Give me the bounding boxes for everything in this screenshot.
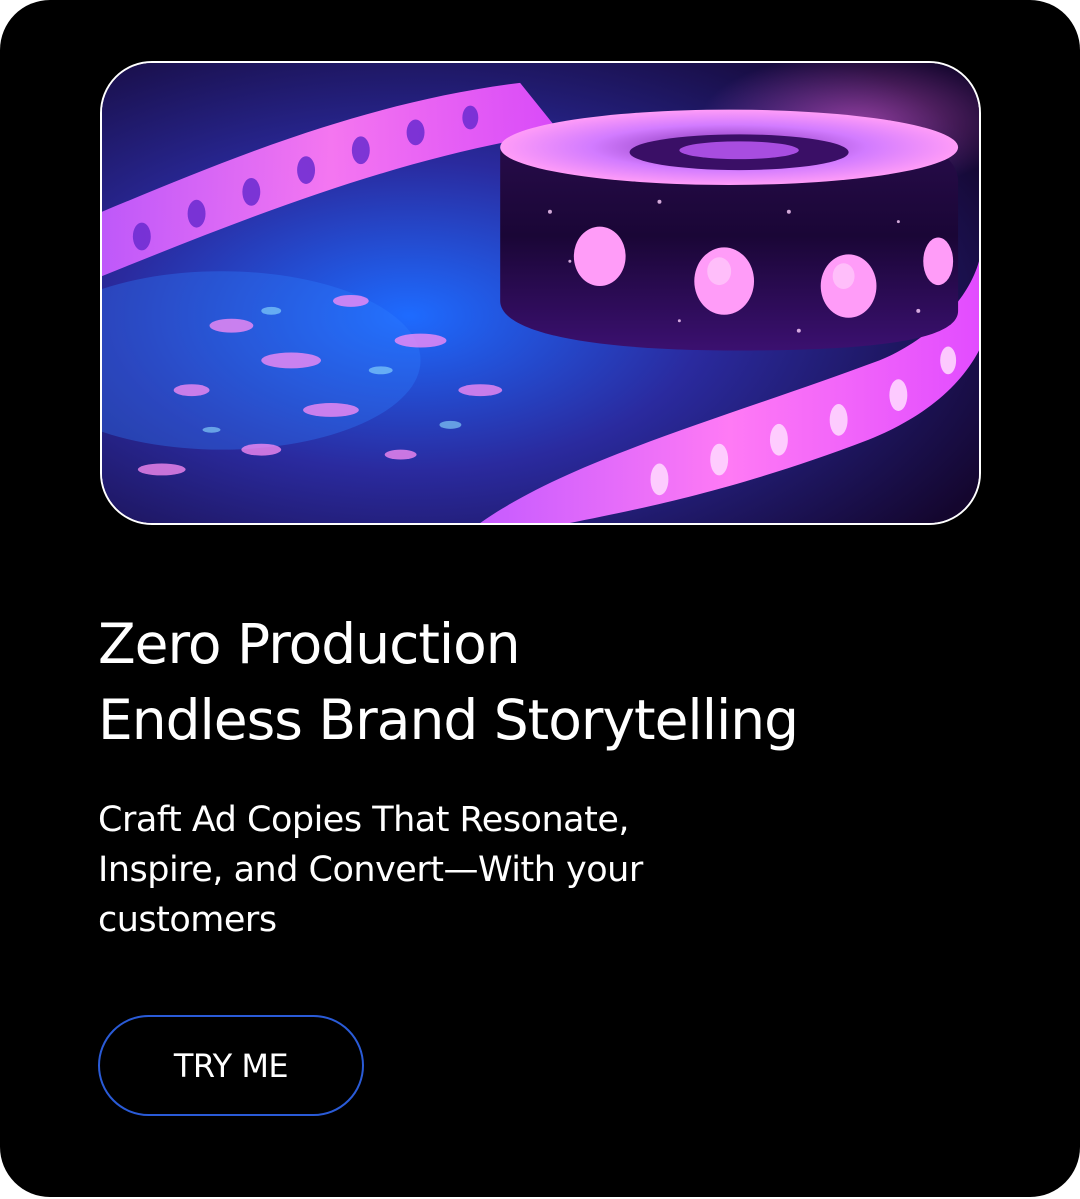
subheadline: Craft Ad Copies That Resonate, Inspire, … — [98, 800, 643, 940]
headline-line-1: Zero Production — [98, 612, 521, 676]
try-me-button[interactable]: TRY ME — [98, 1015, 364, 1116]
headline: Zero Production Endless Brand Storytelli… — [98, 606, 978, 758]
headline-line-2: Endless Brand Storytelling — [98, 688, 799, 752]
promo-card: Zero Production Endless Brand Storytelli… — [0, 0, 1080, 1197]
hero-image — [100, 61, 981, 525]
film-reel-illustration — [102, 63, 979, 523]
